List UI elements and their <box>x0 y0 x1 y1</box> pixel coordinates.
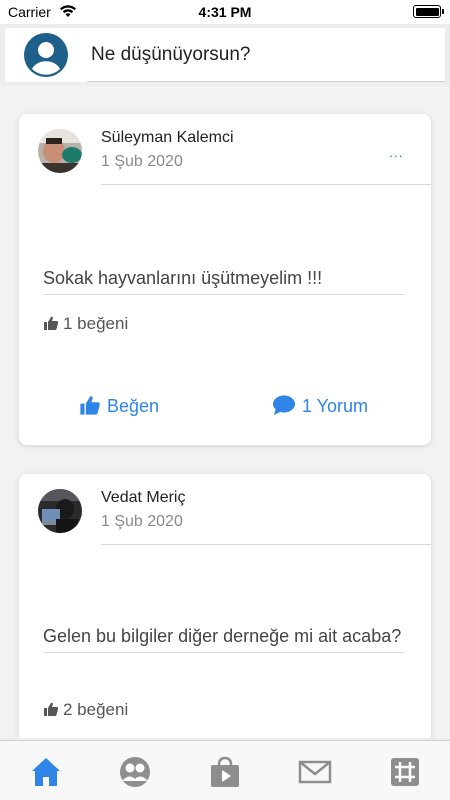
author-avatar[interactable] <box>38 489 82 533</box>
like-button[interactable]: Beğen <box>79 394 159 417</box>
home-icon[interactable] <box>29 755 63 789</box>
group-icon[interactable] <box>118 755 152 789</box>
thumbs-up-icon <box>44 316 59 330</box>
grid-icon[interactable] <box>388 755 422 789</box>
author-name[interactable]: Vedat Meriç <box>101 489 185 507</box>
mail-icon[interactable] <box>298 755 332 789</box>
tab-bar <box>0 740 450 800</box>
battery-icon <box>413 5 444 18</box>
user-avatar-icon <box>24 33 68 77</box>
like-count: 1 beğeni <box>43 314 128 334</box>
store-icon[interactable] <box>208 755 242 789</box>
post-date: 1 Şub 2020 <box>101 513 183 530</box>
like-button-label: Beğen <box>107 396 160 416</box>
feed[interactable]: Süleyman Kalemci 1 Şub 2020 ... Sokak ha… <box>0 86 450 738</box>
header-divider <box>101 544 431 545</box>
status-bar: Carrier 4:31 PM <box>0 0 450 24</box>
post-text: Sokak hayvanlarını üşütmeyelim !!! <box>43 264 405 295</box>
author-name[interactable]: Süleyman Kalemci <box>101 129 234 147</box>
post-card: Süleyman Kalemci 1 Şub 2020 ... Sokak ha… <box>19 114 431 445</box>
post-composer[interactable]: Ne düşünüyorsun? <box>5 28 445 82</box>
comment-bubble-icon <box>273 395 295 415</box>
clock: 4:31 PM <box>198 4 252 20</box>
comment-button-label: 1 Yorum <box>302 396 369 416</box>
author-avatar[interactable] <box>38 129 82 173</box>
post-card: Vedat Meriç 1 Şub 2020 Gelen bu bilgiler… <box>19 474 431 738</box>
comment-button[interactable]: 1 Yorum <box>272 394 368 417</box>
header-divider <box>101 184 431 185</box>
like-count-text: 1 beğeni <box>63 314 129 333</box>
thumbs-up-icon <box>44 702 59 716</box>
post-date: 1 Şub 2020 <box>101 153 183 170</box>
like-count-text: 2 beğeni <box>63 700 129 719</box>
post-text: Gelen bu bilgiler diğer derneğe mi ait a… <box>43 622 405 653</box>
like-count: 2 beğeni <box>43 700 128 720</box>
thumbs-up-icon <box>80 396 100 415</box>
more-options-button[interactable]: ... <box>389 144 404 160</box>
composer-input[interactable]: Ne düşünüyorsun? <box>87 28 445 82</box>
